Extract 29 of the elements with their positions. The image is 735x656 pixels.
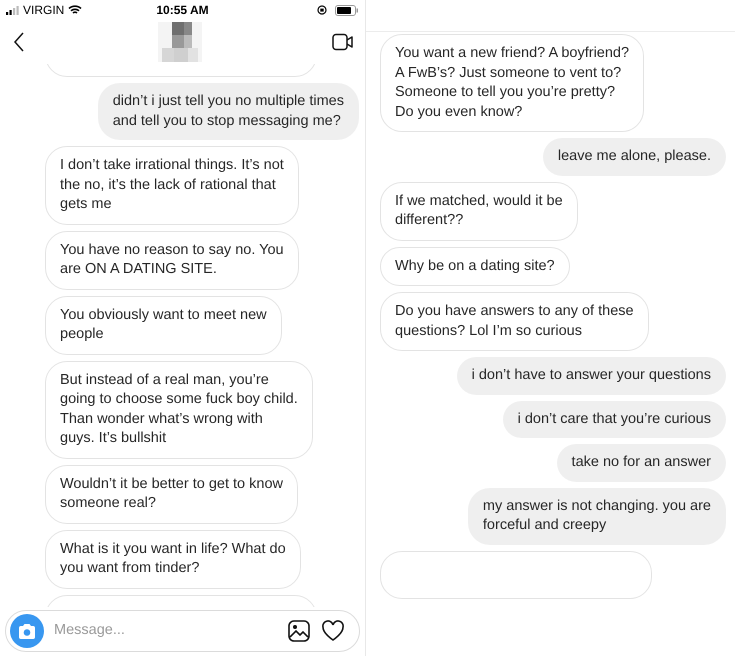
clock-time: 10:55 AM [156,2,209,19]
received-message: Why be on a dating site? [380,246,570,286]
received-message: If we matched, would it be different?? [380,182,578,240]
received-message: But instead of a real man, you’re going to choose some fuck boy child. Than wonder what’s wrong with guys. It’s bullshit [45,360,313,458]
received-message: You have no reason to say no. You are ON A DATING SITE. [45,230,299,290]
received-message: You want a new friend? A boyfriend? A FwB’s? Just someone to vent to? Someone to tell you you’re pretty? Do you even know? [380,34,644,132]
sent-message: leave me alone, please. [542,138,726,176]
message-input-bar[interactable]: Message... [5,610,360,652]
sent-message: didn’t i just tell you no multiple times and tell you to stop messaging me? [98,83,359,140]
heart-icon[interactable] [321,620,345,642]
camera-icon [18,624,36,638]
carrier-name: VIRGIN [23,2,64,19]
sent-message: my answer is not changing. you are forceful and creepy [468,488,726,544]
message-field[interactable]: Message... [54,620,277,642]
received-message: Do you have answers to any of these questions? Lol I’m so curious [380,292,649,351]
wifi-icon [68,5,82,15]
image-icon[interactable] [287,619,311,643]
received-message: I don’t take irrational things. It’s not the no, it’s the lack of rational that gets me [45,146,299,224]
received-message: You obviously want to meet new people [45,296,282,354]
camera-button[interactable] [10,614,44,648]
received-message: What is it you want in life? What do you want from tinder? [45,530,301,588]
battery-icon [335,4,359,16]
rotation-lock-icon [317,5,327,15]
video-call-button[interactable] [331,32,355,52]
signal-icon [6,6,19,14]
sent-message: i don’t care that you’re curious [502,400,726,438]
received-message: Wouldn’t it be better to get to know someone real? [45,464,298,524]
sent-message: i don’t have to answer your questions [456,357,726,394]
sent-message: take no for an answer [556,444,726,482]
